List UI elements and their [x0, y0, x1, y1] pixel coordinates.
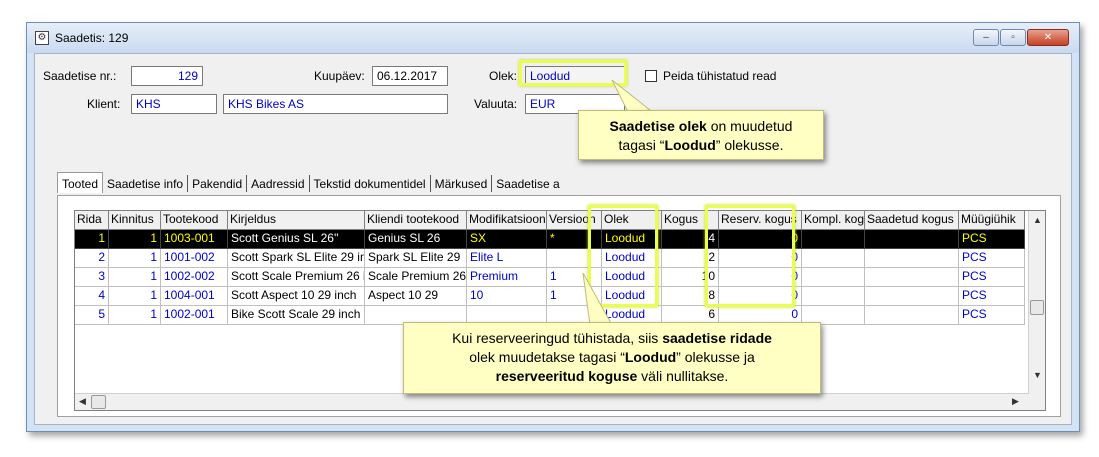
- callout-top-line-1: Saadetise olek on muudetud: [609, 118, 793, 134]
- callout-bottom-line-3: reserveeritud koguse väli nullitakse.: [495, 368, 729, 384]
- top-callout-pointer: [611, 79, 652, 113]
- callout-top-line-2: tagasi “Loodud” olekusse.: [618, 137, 784, 153]
- bottom-callout-pointer: [582, 272, 613, 326]
- reservations-cancelled-callout: Kui reserveeringud tühistada, siis saade…: [403, 322, 821, 394]
- callout-bottom-line-2: olek muudetakse tagasi “Loodud” olekusse…: [469, 349, 755, 365]
- status-changed-callout: Saadetise olek on muudetud tagasi “Loodu…: [578, 110, 824, 160]
- callout-bottom-line-1: Kui reserveeringud tühistada, siis saade…: [452, 330, 772, 346]
